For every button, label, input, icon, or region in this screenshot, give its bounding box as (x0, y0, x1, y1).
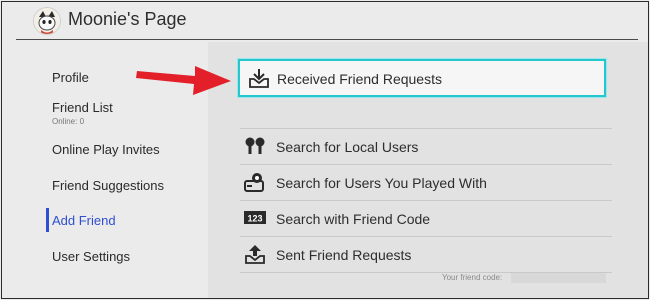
received-friend-requests-button[interactable]: Received Friend Requests (238, 59, 606, 97)
friend-code-123-icon: 123 (244, 211, 266, 224)
active-indicator (46, 208, 49, 232)
sidebar-item-friend-suggestions[interactable]: Friend Suggestions (52, 178, 164, 193)
menu-label: Received Friend Requests (277, 71, 442, 87)
menu-label: Search for Local Users (276, 139, 419, 155)
header-divider (16, 39, 638, 40)
search-users-played-with-button[interactable]: Search for Users You Played With (240, 165, 612, 201)
sidebar-item-profile[interactable]: Profile (52, 70, 89, 85)
sidebar-item-online-play-invites[interactable]: Online Play Invites (52, 142, 160, 157)
search-friend-code-button[interactable]: 123 Search with Friend Code (240, 201, 612, 237)
search-local-users-button[interactable]: Search for Local Users (240, 129, 612, 165)
sidebar-item-add-friend[interactable]: Add Friend (52, 213, 116, 228)
annotation-arrow-icon (136, 66, 231, 95)
app-window: Moonie's Page Profile Friend List Online… (1, 1, 649, 299)
menu-label: Sent Friend Requests (276, 247, 412, 263)
friend-code-label: Your friend code: (442, 273, 503, 282)
sent-friend-requests-button[interactable]: Sent Friend Requests (240, 237, 612, 273)
sidebar-item-user-settings[interactable]: User Settings (52, 249, 130, 264)
header: Moonie's Page (2, 2, 648, 38)
menu-label: Search for Users You Played With (276, 175, 487, 191)
avatar[interactable] (33, 7, 61, 35)
played-with-icon (244, 173, 264, 192)
sent-upload-icon (245, 245, 265, 264)
local-users-icon (245, 137, 265, 154)
avatar-image (34, 8, 60, 34)
inbox-download-icon (249, 69, 269, 88)
friend-list-online-count: Online: 0 (52, 117, 85, 126)
sidebar-item-friend-list[interactable]: Friend List (52, 100, 113, 115)
page-title: Moonie's Page (68, 9, 187, 29)
menu-label: Search with Friend Code (276, 211, 431, 227)
svg-text:123: 123 (247, 214, 262, 224)
friend-code-redacted (511, 273, 606, 283)
